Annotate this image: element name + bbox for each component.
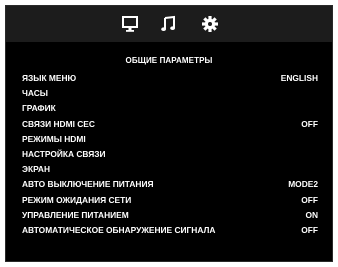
menu-item-label: УПРАВЛЕНИЕ ПИТАНИЕМ: [22, 209, 129, 220]
menu-item-value: OFF: [301, 224, 318, 235]
menu-item-value: MODE2: [288, 179, 318, 190]
tab-display[interactable]: [119, 14, 141, 34]
menu-item-schedule[interactable]: ГРАФИК: [22, 101, 318, 116]
menu-item-power-management[interactable]: УПРАВЛЕНИЕ ПИТАНИЕМ ON: [22, 208, 318, 223]
menu-item-language[interactable]: ЯЗЫК МЕНЮ ENGLISH: [22, 71, 318, 86]
menu-item-label: АВТО ВЫКЛЮЧЕНИЕ ПИТАНИЯ: [22, 179, 154, 190]
menu-item-label: СВЯЗИ HDMI CEC: [22, 118, 95, 129]
settings-list: ЯЗЫК МЕНЮ ENGLISH ЧАСЫ ГРАФИК СВЯЗИ HDMI…: [22, 71, 318, 238]
menu-item-label: ЧАСЫ: [22, 88, 48, 99]
menu-item-hdmi-modes[interactable]: РЕЖИМЫ HDMI: [22, 132, 318, 147]
menu-item-auto-signal-detection[interactable]: АВТОМАТИЧЕСКОЕ ОБНАРУЖЕНИЕ СИГНАЛА OFF: [22, 223, 318, 238]
tab-settings[interactable]: [199, 14, 221, 34]
menu-item-label: РЕЖИМЫ HDMI: [22, 133, 86, 144]
tab-audio[interactable]: [158, 14, 180, 34]
menu-item-value: OFF: [301, 118, 318, 129]
gear-icon: [202, 16, 218, 32]
menu-item-label: ЭКРАН: [22, 164, 51, 175]
menu-item-screen[interactable]: ЭКРАН: [22, 162, 318, 177]
menu-item-value: OFF: [301, 194, 318, 205]
menu-item-clock[interactable]: ЧАСЫ: [22, 86, 318, 101]
music-note-icon: [161, 15, 175, 31]
menu-item-communication[interactable]: НАСТРОЙКА СВЯЗИ: [22, 147, 318, 162]
osd-menu-panel: ОБЩИЕ ПАРАМЕТРЫ ЯЗЫК МЕНЮ ENGLISH ЧАСЫ Г…: [5, 5, 333, 262]
menu-item-value: ON: [305, 209, 318, 220]
tab-bar: [6, 6, 332, 42]
menu-item-auto-power-off[interactable]: АВТО ВЫКЛЮЧЕНИЕ ПИТАНИЯ MODE2: [22, 177, 318, 192]
menu-item-label: ЯЗЫК МЕНЮ: [22, 73, 77, 83]
menu-item-network-standby[interactable]: РЕЖИМ ОЖИДАНИЯ СЕТИ OFF: [22, 193, 318, 208]
menu-item-value: ENGLISH: [280, 73, 318, 83]
menu-item-label: НАСТРОЙКА СВЯЗИ: [22, 148, 106, 159]
menu-item-label: АВТОМАТИЧЕСКОЕ ОБНАРУЖЕНИЕ СИГНАЛА: [22, 224, 216, 235]
monitor-icon: [122, 16, 138, 32]
menu-item-hdmi-cec[interactable]: СВЯЗИ HDMI CEC OFF: [22, 117, 318, 132]
menu-item-label: РЕЖИМ ОЖИДАНИЯ СЕТИ: [22, 194, 132, 205]
menu-title: ОБЩИЕ ПАРАМЕТРЫ: [125, 56, 213, 65]
menu-item-label: ГРАФИК: [22, 103, 56, 114]
